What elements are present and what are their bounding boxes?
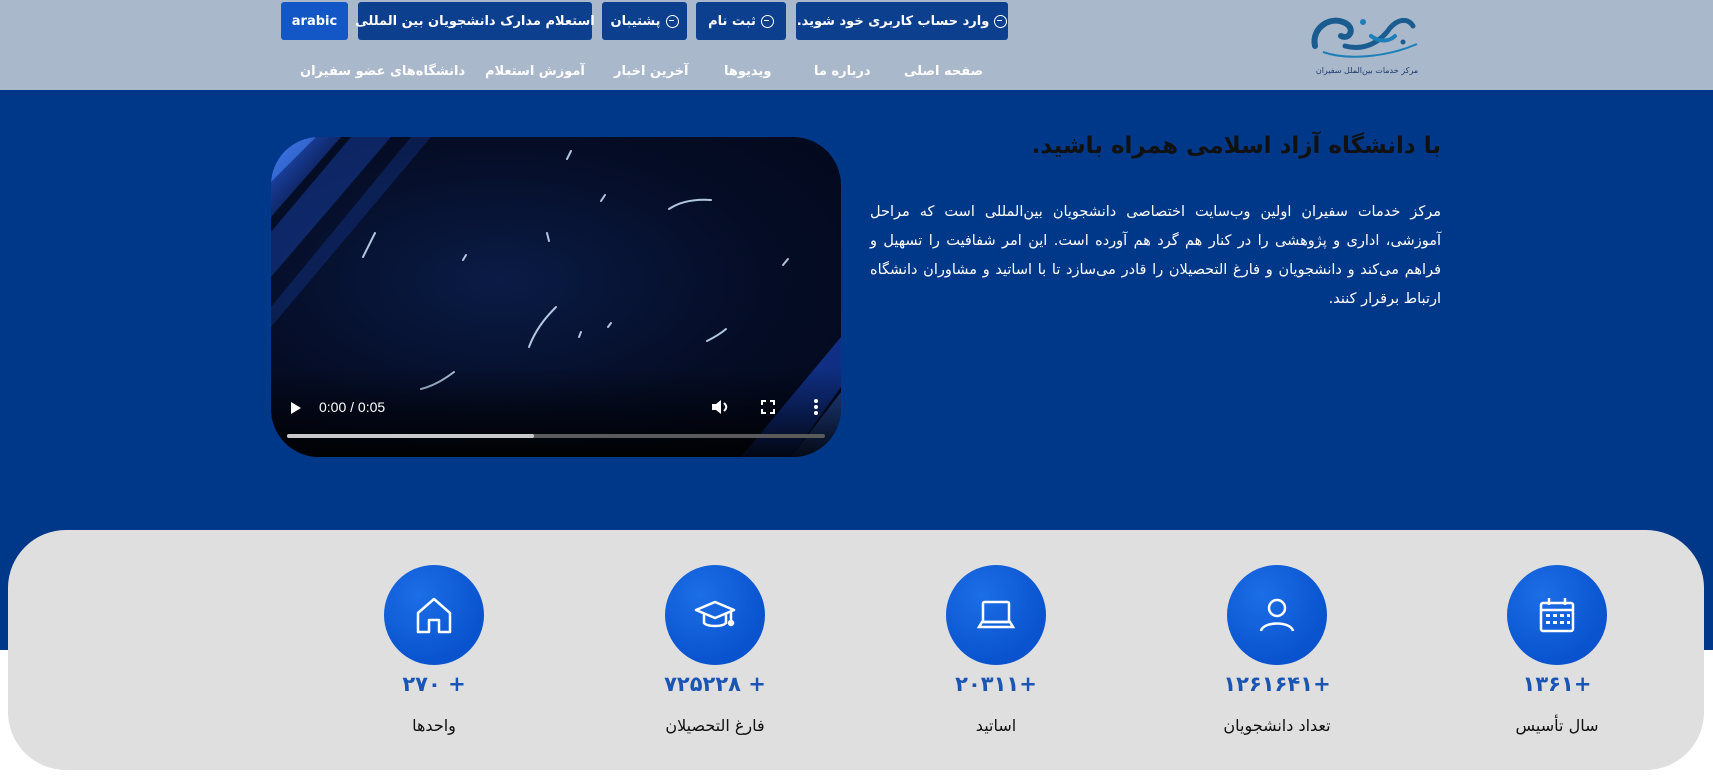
login-arrow-icon [994, 14, 1008, 28]
site-header: وارد حساب کاربری خود شوید. ثبت نام پشتیب… [0, 0, 1713, 90]
safiran-logo[interactable]: مرکز خدمات بین‌الملل سفیران [1305, 6, 1430, 78]
play-icon[interactable] [291, 402, 301, 414]
register-button-label: ثبت نام [708, 13, 756, 29]
logo-subtitle: مرکز خدمات بین‌الملل سفیران [1316, 66, 1418, 75]
stat-label: اساتید [975, 716, 1017, 735]
arabic-language-button[interactable]: arabic [281, 2, 348, 40]
stat-number: + ۲۷۰ [402, 672, 466, 696]
arabic-button-label: arabic [291, 13, 338, 29]
stat-number: +۱۲۶۱۶۴۱ [1223, 672, 1331, 696]
more-options-icon[interactable] [805, 396, 827, 418]
login-button[interactable]: وارد حساب کاربری خود شوید. [796, 2, 1008, 40]
video-player[interactable]: 0:00 / 0:05 [271, 137, 841, 457]
inquiry-button-label: استعلام مدارک دانشجویان بین المللی [355, 13, 595, 29]
nav-videos[interactable]: ویدیوها [724, 64, 771, 79]
nav-about[interactable]: درباره ما [814, 64, 871, 79]
stats-panel: +۱۳۶۱ سال تأسیس +۱۲۶۱۶۴۱ تعداد دانشجویان… [8, 530, 1704, 770]
graduation-cap-icon [665, 565, 765, 665]
stat-label: واحدها [412, 716, 456, 735]
register-arrow-icon [760, 14, 774, 28]
nav-tutorial[interactable]: آموزش استعلام [485, 64, 585, 79]
stat-item-professors: +۲۰۳۱۱ اساتید [876, 530, 1116, 770]
support-button-label: پشتیبان [610, 13, 661, 29]
calendar-icon [1507, 565, 1607, 665]
stat-item-students: +۱۲۶۱۶۴۱ تعداد دانشجویان [1157, 530, 1397, 770]
inquiry-button[interactable]: استعلام مدارک دانشجویان بین المللی [355, 2, 595, 40]
stat-label: سال تأسیس [1515, 716, 1599, 735]
laptop-icon [946, 565, 1046, 665]
volume-icon[interactable] [709, 396, 731, 418]
fullscreen-icon[interactable] [757, 396, 779, 418]
nav-home[interactable]: صفحه اصلی [904, 64, 983, 79]
support-button[interactable]: پشتیبان [602, 2, 687, 40]
logo-graphic: مرکز خدمات بین‌الملل سفیران [1311, 17, 1418, 75]
nav-universities[interactable]: دانشگاه‌های عضو سفیران [300, 64, 465, 79]
nav-news[interactable]: آخرین اخبار [614, 64, 689, 79]
stat-item-founding: +۱۳۶۱ سال تأسیس [1437, 530, 1677, 770]
stat-number: +۱۳۶۱ [1522, 672, 1592, 696]
video-progress-bar[interactable] [287, 434, 825, 438]
hero-title: با دانشگاه آزاد اسلامی همراه باشید. [1031, 133, 1441, 159]
register-button[interactable]: ثبت نام [696, 2, 786, 40]
video-progress-fill [287, 434, 535, 438]
stat-label: تعداد دانشجویان [1223, 716, 1331, 735]
stat-item-graduates: + ۷۲۵۲۲۸ فارغ التحصیلان [595, 530, 835, 770]
stat-label: فارغ التحصیلان [665, 716, 765, 735]
stat-item-units: + ۲۷۰ واحدها [314, 530, 554, 770]
support-arrow-icon [665, 14, 679, 28]
user-icon [1227, 565, 1327, 665]
stat-number: +۲۰۳۱۱ [955, 672, 1037, 696]
video-time: 0:00 / 0:05 [319, 399, 386, 415]
login-button-label: وارد حساب کاربری خود شوید. [796, 13, 990, 29]
hero-description: مرکز خدمات سفیران اولین وب‌سایت اختصاصی … [870, 204, 1441, 307]
stat-number: + ۷۲۵۲۲۸ [664, 672, 766, 696]
home-icon [384, 565, 484, 665]
